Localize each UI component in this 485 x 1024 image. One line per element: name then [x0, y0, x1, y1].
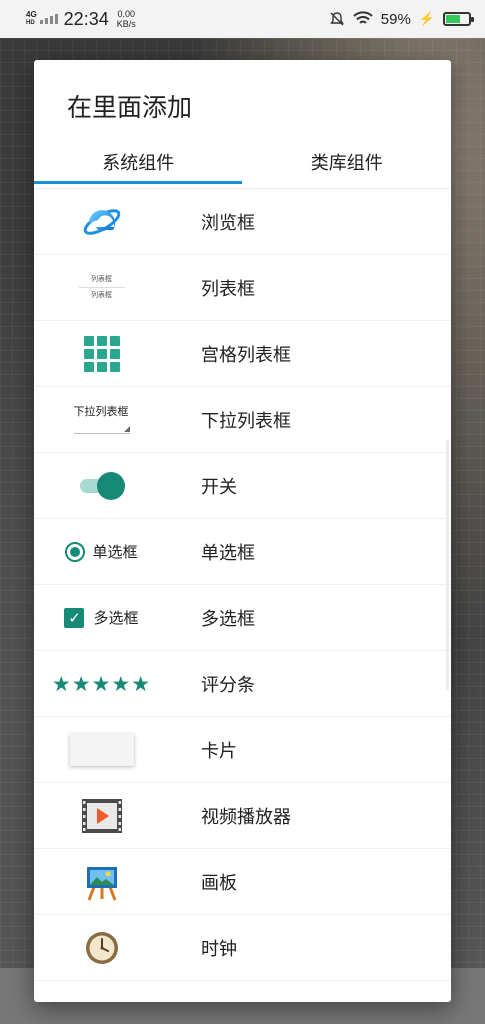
scrollbar[interactable]: [446, 440, 449, 690]
card-icon: [69, 733, 134, 766]
dropdown-icon: 下拉列表框: [73, 405, 130, 434]
list-item-dropdown[interactable]: 下拉列表框 下拉列表框: [34, 387, 451, 453]
item-label: 卡片: [201, 740, 237, 762]
video-player-icon: [81, 798, 122, 833]
easel-icon: [86, 866, 117, 901]
network-indicator: 4G HD: [26, 10, 37, 26]
clock-icon: [85, 931, 118, 964]
listbox-icon: 列表框 列表框: [78, 274, 125, 301]
item-label: 评分条: [201, 674, 255, 696]
list-item-listbox[interactable]: 列表框 列表框 列表框: [34, 255, 451, 321]
grid-list-icon: [83, 335, 120, 372]
list-item-easel[interactable]: 画板: [34, 849, 451, 915]
radio-icon: 单选框: [65, 541, 138, 562]
switch-icon: [79, 471, 125, 500]
item-label: 时钟: [201, 938, 237, 960]
list-item-browser[interactable]: 浏览框: [34, 189, 451, 255]
tab-indicator: [34, 181, 242, 184]
list-item-radio[interactable]: 单选框 单选框: [34, 519, 451, 585]
tab-system-components[interactable]: 系统组件: [34, 138, 243, 186]
clock-time: 22:34: [63, 8, 109, 29]
item-label: 多选框: [201, 608, 255, 630]
list-item-card[interactable]: 卡片: [34, 717, 451, 783]
list-item-rating[interactable]: ★★★★★ 评分条: [34, 651, 451, 717]
rating-stars-icon: ★★★★★: [51, 671, 152, 696]
component-list: 浏览框 列表框 列表框 列表框 宫格列表框 下拉列表框 下拉列表框 开关 单选框…: [34, 189, 451, 981]
list-item-switch[interactable]: 开关: [34, 453, 451, 519]
checkbox-icon: ✓ 多选框: [64, 607, 139, 628]
list-item-grid-list[interactable]: 宫格列表框: [34, 321, 451, 387]
tab-library-components[interactable]: 类库组件: [243, 138, 452, 186]
item-label: 宫格列表框: [201, 344, 291, 366]
charging-icon: ⚡: [418, 11, 435, 26]
item-label: 画板: [201, 872, 237, 894]
wifi-icon: [353, 11, 373, 24]
item-label: 列表框: [201, 278, 255, 300]
list-item-clock[interactable]: 时钟: [34, 915, 451, 981]
item-label: 单选框: [201, 542, 255, 564]
battery-percent: 59%: [380, 10, 411, 28]
item-label: 开关: [201, 476, 237, 498]
item-label: 浏览框: [201, 212, 255, 234]
mute-bell-icon: [329, 12, 344, 26]
ie-browser-icon: [83, 208, 120, 235]
dialog-title: 在里面添加: [67, 93, 193, 122]
add-component-dialog: 在里面添加 系统组件 类库组件 浏览框 列表框 列表框 列表框 宫格列表框 下拉…: [34, 60, 451, 1002]
network-speed: 0.00 KB/s: [116, 9, 136, 29]
battery-icon: [443, 12, 474, 26]
component-tabs: 系统组件 类库组件: [34, 138, 451, 186]
list-item-checkbox[interactable]: ✓ 多选框 多选框: [34, 585, 451, 651]
item-label: 视频播放器: [201, 806, 291, 828]
list-item-video-player[interactable]: 视频播放器: [34, 783, 451, 849]
item-label: 下拉列表框: [201, 410, 291, 432]
status-bar: 4G HD 22:34 0.00 KB/s 59% ⚡: [0, 0, 485, 38]
signal-icon: [39, 14, 58, 24]
